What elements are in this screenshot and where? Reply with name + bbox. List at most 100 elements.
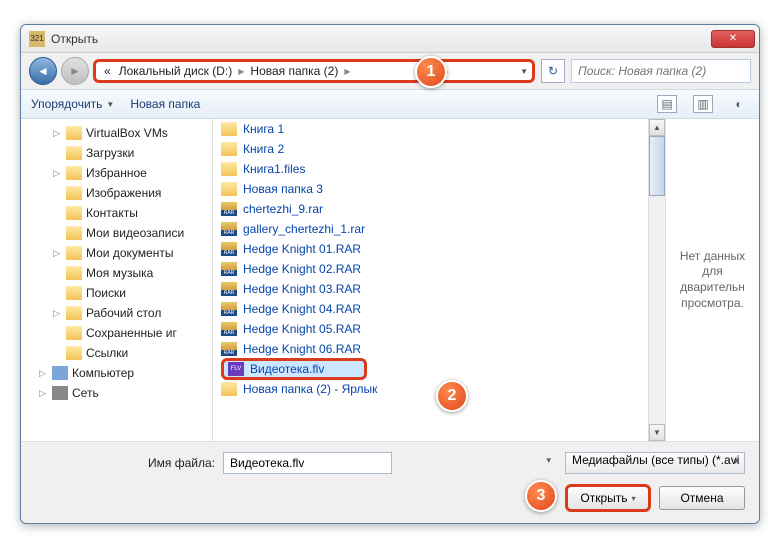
folder-icon bbox=[66, 266, 82, 280]
folder-icon bbox=[52, 386, 68, 400]
file-icon bbox=[221, 322, 237, 336]
callout-2: 2 bbox=[436, 380, 468, 412]
breadcrumb-seg-folder[interactable]: Новая папка (2) bbox=[246, 64, 342, 78]
open-button[interactable]: Открыть ▾ bbox=[565, 484, 651, 512]
tree-item[interactable]: ▷ Избранное bbox=[21, 163, 212, 183]
file-icon bbox=[221, 162, 237, 176]
scroll-down-button[interactable]: ▼ bbox=[649, 424, 665, 441]
nav-tree[interactable]: ▷ VirtualBox VMs Загрузки ▷ Избранное Изображ… bbox=[21, 119, 213, 441]
organize-menu[interactable]: Упорядочить ▼ bbox=[31, 97, 114, 111]
scroll-up-button[interactable]: ▲ bbox=[649, 119, 665, 136]
tree-item[interactable]: Контакты bbox=[21, 203, 212, 223]
file-icon bbox=[221, 262, 237, 276]
forward-button[interactable]: ► bbox=[61, 57, 89, 85]
scrollbar-vertical[interactable]: ▲ ▼ bbox=[648, 119, 665, 441]
file-icon: FLV bbox=[228, 362, 244, 376]
cancel-button[interactable]: Отмена bbox=[659, 486, 745, 510]
tree-item[interactable]: Мои видеозаписи bbox=[21, 223, 212, 243]
expand-icon[interactable]: ▷ bbox=[53, 248, 62, 259]
tree-item-label: Загрузки bbox=[86, 146, 134, 160]
expand-icon[interactable]: ▷ bbox=[53, 308, 62, 319]
refresh-button[interactable]: ↻ bbox=[541, 59, 565, 83]
file-row[interactable]: Новая папка 3 bbox=[213, 179, 665, 199]
file-icon bbox=[221, 302, 237, 316]
folder-icon bbox=[52, 366, 68, 380]
help-button[interactable]: ◐ bbox=[729, 95, 749, 113]
filename-input[interactable] bbox=[223, 452, 392, 474]
file-name: Книга 2 bbox=[243, 142, 284, 156]
file-icon bbox=[221, 202, 237, 216]
expand-icon[interactable]: ▷ bbox=[53, 128, 62, 139]
chevron-right-icon[interactable]: ▶ bbox=[236, 67, 246, 76]
body-area: ▷ VirtualBox VMs Загрузки ▷ Избранное Изображ… bbox=[21, 119, 759, 441]
file-row[interactable]: Hedge Knight 03.RAR bbox=[213, 279, 665, 299]
file-icon bbox=[221, 242, 237, 256]
folder-icon bbox=[66, 226, 82, 240]
folder-icon bbox=[66, 126, 82, 140]
expand-icon[interactable]: ▷ bbox=[39, 388, 48, 399]
folder-icon bbox=[66, 206, 82, 220]
filename-label: Имя файла: bbox=[35, 456, 215, 470]
tree-item-label: VirtualBox VMs bbox=[86, 126, 168, 140]
tree-item[interactable]: Поиски bbox=[21, 283, 212, 303]
file-name: Видеотека.flv bbox=[250, 362, 324, 376]
tree-item[interactable]: ▷Мои документы bbox=[21, 243, 212, 263]
chevron-right-icon[interactable]: ▶ bbox=[342, 67, 352, 76]
tree-item-label: Ссылки bbox=[86, 346, 128, 360]
file-row[interactable]: FLV Видеотека.flv bbox=[213, 359, 665, 379]
tree-item[interactable]: Изображения bbox=[21, 183, 212, 203]
file-icon bbox=[221, 222, 237, 236]
tree-item-label: Поиски bbox=[86, 286, 126, 300]
file-name: Книга 1 bbox=[243, 122, 284, 136]
folder-icon bbox=[66, 286, 82, 300]
file-row[interactable]: gallery_chertezhi_1.rar bbox=[213, 219, 665, 239]
breadcrumb-seg-drive[interactable]: Локальный диск (D:) bbox=[115, 64, 237, 78]
file-row[interactable]: Hedge Knight 06.RAR bbox=[213, 339, 665, 359]
close-button[interactable]: ✕ bbox=[711, 30, 755, 48]
filetype-combo[interactable]: Медиафайлы (все типы) (*.avi bbox=[565, 452, 745, 474]
tree-item[interactable]: ▷ Компьютер bbox=[21, 363, 212, 383]
search-input[interactable] bbox=[571, 59, 751, 83]
breadcrumb-prefix: « bbox=[100, 64, 115, 78]
file-name: chertezhi_9.rar bbox=[243, 202, 323, 216]
file-row[interactable]: Книга 1 bbox=[213, 119, 665, 139]
file-name: Hedge Knight 02.RAR bbox=[243, 262, 361, 276]
tree-item[interactable]: Ссылки bbox=[21, 343, 212, 363]
file-row[interactable]: chertezhi_9.rar bbox=[213, 199, 665, 219]
tree-item[interactable]: ▷Сеть bbox=[21, 383, 212, 403]
open-file-dialog: 321 Открыть ✕ ◄ ► « Локальный диск (D:) … bbox=[20, 24, 760, 524]
file-row[interactable]: Hedge Knight 02.RAR bbox=[213, 259, 665, 279]
tree-item[interactable]: ▷Рабочий стол bbox=[21, 303, 212, 323]
tree-item[interactable]: Загрузки bbox=[21, 143, 212, 163]
preview-pane-button[interactable]: ▥ bbox=[693, 95, 713, 113]
file-row[interactable]: Hedge Knight 05.RAR bbox=[213, 319, 665, 339]
new-folder-button[interactable]: Новая папка bbox=[130, 97, 200, 111]
file-row[interactable]: Hedge Knight 04.RAR bbox=[213, 299, 665, 319]
folder-icon bbox=[66, 166, 82, 180]
back-button[interactable]: ◄ bbox=[29, 57, 57, 85]
view-options-button[interactable]: ▤ bbox=[657, 95, 677, 113]
file-icon bbox=[221, 122, 237, 136]
file-name: Hedge Knight 04.RAR bbox=[243, 302, 361, 316]
file-row[interactable]: Hedge Knight 01.RAR bbox=[213, 239, 665, 259]
tree-item-label: Избранное bbox=[86, 166, 147, 180]
file-icon bbox=[221, 142, 237, 156]
tree-item[interactable]: Моя музыка bbox=[21, 263, 212, 283]
folder-icon bbox=[66, 326, 82, 340]
callout-1: 1 bbox=[415, 56, 447, 88]
callout-3: 3 bbox=[525, 480, 557, 512]
tree-item[interactable]: Сохраненные иг bbox=[21, 323, 212, 343]
breadcrumb[interactable]: « Локальный диск (D:) ▶ Новая папка (2) … bbox=[93, 59, 535, 83]
chevron-down-icon[interactable]: ▼ bbox=[520, 67, 528, 76]
expand-icon[interactable]: ▷ bbox=[39, 368, 48, 379]
file-row[interactable]: Книга 2 bbox=[213, 139, 665, 159]
tree-item-label: Изображения bbox=[86, 186, 161, 200]
scroll-thumb[interactable] bbox=[649, 136, 665, 196]
file-row[interactable]: Книга1.files bbox=[213, 159, 665, 179]
tree-item-label: Компьютер bbox=[72, 366, 134, 380]
tree-item[interactable]: ▷ VirtualBox VMs bbox=[21, 123, 212, 143]
tree-item-label: Сохраненные иг bbox=[86, 326, 177, 340]
file-name: Новая папка 3 bbox=[243, 182, 323, 196]
expand-icon[interactable]: ▷ bbox=[53, 168, 62, 179]
folder-icon bbox=[66, 186, 82, 200]
